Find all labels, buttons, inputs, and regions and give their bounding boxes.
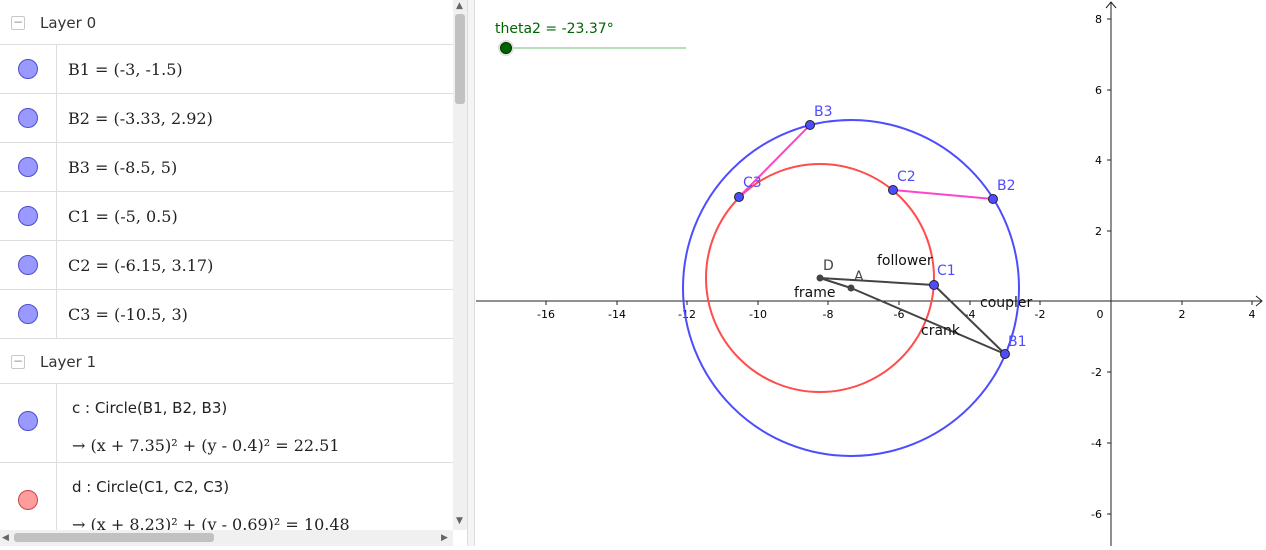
point-B2[interactable] xyxy=(988,194,998,204)
algebra-item-text: C3 = (-10.5, 3) xyxy=(68,305,188,324)
layer-0-header[interactable]: − Layer 0 xyxy=(0,0,453,45)
algebra-row-B3[interactable]: B3 = (-8.5, 5) xyxy=(0,143,453,192)
collapse-icon[interactable]: − xyxy=(11,16,25,30)
visibility-toggle-icon[interactable] xyxy=(18,490,38,510)
label-A: A xyxy=(854,269,864,285)
visibility-cell xyxy=(0,463,57,530)
caption-crank: crank xyxy=(921,323,961,339)
label-C1: C1 xyxy=(937,263,956,279)
x-tick-label: -14 xyxy=(608,308,626,321)
view-splitter[interactable] xyxy=(467,0,475,546)
x-tick-label: -12 xyxy=(678,308,696,321)
algebra-row-C1[interactable]: C1 = (-5, 0.5) xyxy=(0,192,453,241)
algebra-row-circle-c[interactable]: c : Circle(B1, B2, B3) → (x + 7.35)² + (… xyxy=(0,384,453,463)
x-tick-label: 2 xyxy=(1179,308,1186,321)
graphics-view[interactable]: theta2 = -23.37° -16 -14 -12 -10 -8 -6 -… xyxy=(476,0,1266,546)
definition-text: d : Circle(C1, C2, C3) xyxy=(72,478,230,496)
scroll-left-icon[interactable]: ◀ xyxy=(2,533,9,543)
label-D: D xyxy=(823,258,834,274)
visibility-toggle-icon[interactable] xyxy=(18,108,38,128)
visibility-cell xyxy=(0,192,57,240)
horizontal-scroll-thumb[interactable] xyxy=(14,533,214,542)
x-tick-label: 4 xyxy=(1249,308,1256,321)
label-B1: B1 xyxy=(1008,334,1027,350)
label-B3: B3 xyxy=(814,104,833,120)
y-tick-label: 8 xyxy=(1095,13,1102,26)
graphics-canvas[interactable]: theta2 = -23.37° -16 -14 -12 -10 -8 -6 -… xyxy=(476,0,1266,546)
label-C3: C3 xyxy=(743,175,762,191)
definition-text: c : Circle(B1, B2, B3) xyxy=(72,399,228,417)
visibility-cell xyxy=(0,94,57,142)
algebra-row-B2[interactable]: B2 = (-3.33, 2.92) xyxy=(0,94,453,143)
point-D[interactable] xyxy=(816,274,824,282)
visibility-toggle-icon[interactable] xyxy=(18,304,38,324)
algebra-item-text: B1 = (-3, -1.5) xyxy=(68,60,183,79)
scroll-right-icon[interactable]: ▶ xyxy=(441,533,448,543)
algebra-item-text: C2 = (-6.15, 3.17) xyxy=(68,256,214,275)
label-B2: B2 xyxy=(997,178,1016,194)
horizontal-scrollbar[interactable]: ◀ ▶ xyxy=(0,530,453,546)
x-tick-group: -16 -14 -12 -10 -8 -6 -4 -2 0 2 4 xyxy=(537,301,1256,321)
x-tick-label: -16 xyxy=(537,308,555,321)
y-tick-label: 4 xyxy=(1095,154,1102,167)
algebra-row-C3[interactable]: C3 = (-10.5, 3) xyxy=(0,290,453,339)
algebra-item-text: B3 = (-8.5, 5) xyxy=(68,158,178,177)
point-B1[interactable] xyxy=(1000,349,1010,359)
value-text: → (x + 7.35)² + (y - 0.4)² = 22.51 xyxy=(72,436,340,455)
layer-1-header[interactable]: − Layer 1 xyxy=(0,339,453,384)
visibility-cell xyxy=(0,241,57,289)
y-tick-label: -6 xyxy=(1091,508,1102,521)
x-tick-label: -8 xyxy=(823,308,834,321)
visibility-toggle-icon[interactable] xyxy=(18,411,38,431)
visibility-cell xyxy=(0,384,57,462)
value-text: → (x + 8.23)² + (y - 0.69)² = 10.48 xyxy=(72,515,350,530)
layer-1-label: Layer 1 xyxy=(40,353,97,371)
slider-label: theta2 = -23.37° xyxy=(495,21,614,37)
vertical-scroll-thumb[interactable] xyxy=(455,14,465,104)
y-tick-group: 8 6 4 2 -2 -4 -6 xyxy=(1091,13,1111,521)
visibility-toggle-icon[interactable] xyxy=(18,157,38,177)
caption-follower: follower xyxy=(877,253,933,269)
x-tick-label: -2 xyxy=(1035,308,1046,321)
y-tick-label: 6 xyxy=(1095,84,1102,97)
y-tick-label: -2 xyxy=(1091,366,1102,379)
segment-C2-B2[interactable] xyxy=(892,189,994,200)
y-tick-label: 2 xyxy=(1095,225,1102,238)
algebra-row-circle-d[interactable]: d : Circle(C1, C2, C3) → (x + 8.23)² + (… xyxy=(0,463,453,530)
point-C1[interactable] xyxy=(929,280,939,290)
scroll-up-icon[interactable]: ▲ xyxy=(456,1,463,11)
caption-coupler: coupler xyxy=(980,295,1033,311)
x-tick-label: 0 xyxy=(1097,308,1104,321)
x-tick-label: -10 xyxy=(749,308,767,321)
y-tick-label: -4 xyxy=(1091,437,1102,450)
slider-handle[interactable] xyxy=(500,42,512,54)
visibility-cell xyxy=(0,45,57,93)
algebra-item-text: B2 = (-3.33, 2.92) xyxy=(68,109,213,128)
visibility-toggle-icon[interactable] xyxy=(18,255,38,275)
visibility-cell xyxy=(0,143,57,191)
collapse-icon[interactable]: − xyxy=(11,355,25,369)
point-C2[interactable] xyxy=(888,185,898,195)
algebra-row-B1[interactable]: B1 = (-3, -1.5) xyxy=(0,45,453,94)
vertical-scrollbar[interactable]: ▲ ▼ xyxy=(453,0,467,530)
visibility-cell xyxy=(0,290,57,338)
layer-0-label: Layer 0 xyxy=(40,14,97,32)
visibility-toggle-icon[interactable] xyxy=(18,206,38,226)
point-C3[interactable] xyxy=(734,192,744,202)
caption-frame: frame xyxy=(794,285,836,301)
algebra-view: − Layer 0 B1 = (-3, -1.5) B2 = (-3.33, 2… xyxy=(0,0,454,530)
algebra-row-C2[interactable]: C2 = (-6.15, 3.17) xyxy=(0,241,453,290)
point-A[interactable] xyxy=(847,284,855,292)
scroll-down-icon[interactable]: ▼ xyxy=(456,516,463,526)
algebra-item-text: C1 = (-5, 0.5) xyxy=(68,207,178,226)
point-B3[interactable] xyxy=(805,120,815,130)
label-C2: C2 xyxy=(897,169,916,185)
visibility-toggle-icon[interactable] xyxy=(18,59,38,79)
